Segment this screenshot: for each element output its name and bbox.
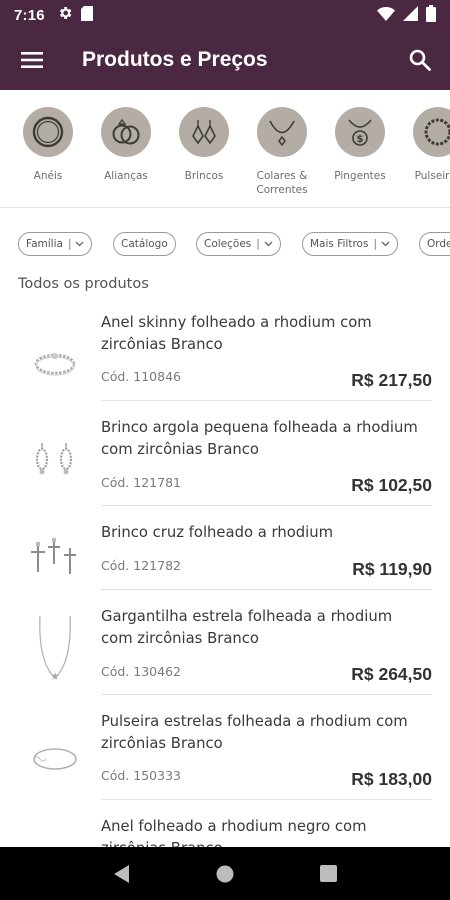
svg-text:$: $ [357,134,364,145]
hamburger-menu-icon [21,52,43,68]
signal-icon [403,5,418,25]
product-name: Gargantilha estrela folheada a rhodium c… [101,608,393,647]
filter-catalogo[interactable]: Catálogo [113,232,176,256]
product-image [18,612,92,686]
necklace-icon [257,107,307,157]
back-button[interactable] [102,854,142,894]
category-pingentes[interactable]: $ Pingentes [323,107,397,183]
product-image [18,429,92,503]
status-time: 7:16 [14,6,45,24]
product-name: Brinco cruz folheado a rhodium [101,524,334,541]
product-image [18,721,92,795]
product-name: Brinco argola pequena folheada a rhodium… [101,419,418,458]
chip-label: Mais Filtros [310,238,369,250]
category-label: Pulseiras [414,170,450,182]
product-price: R$ 183,00 [351,769,432,789]
system-navigation-bar [0,847,450,900]
product-item[interactable]: Gargantilha estrela folheada a rhodium c… [0,606,450,695]
search-icon [409,49,431,71]
chip-label: Ordenar [427,238,450,250]
battery-icon [426,4,436,26]
search-button[interactable] [390,30,450,90]
wifi-icon [377,6,395,25]
category-label: Brincos [184,170,224,182]
wedding-rings-icon [101,107,151,157]
pendant-icon: $ [335,107,385,157]
product-item[interactable]: Anel skinny folheado a rhodium com zircô… [0,312,450,401]
product-code: Cód. 121781 [101,475,181,490]
filter-ordenar[interactable]: Ordenar | [419,232,450,256]
product-item[interactable]: Brinco argola pequena folheada a rhodium… [0,417,450,506]
category-brincos[interactable]: Brincos [167,107,241,183]
product-code: Cód. 130462 [101,664,181,679]
category-aneis[interactable]: Anéis [11,107,85,183]
product-code: Cód. 121782 [101,558,181,573]
bracelet-icon [413,107,450,157]
app-bar: Produtos e Preços [0,30,450,90]
category-label: Colares & Correntes [256,170,308,196]
home-button[interactable] [205,854,245,894]
filter-mais-filtros[interactable]: Mais Filtros | [302,232,398,256]
filter-familia[interactable]: Família | [18,232,93,256]
product-name: Pulseira estrelas folheada a rhodium com… [101,713,408,752]
chip-label: Coleções [204,238,252,250]
menu-button[interactable] [0,30,64,90]
page-title: Produtos e Preços [82,48,268,71]
product-name: Anel skinny folheado a rhodium com zircô… [101,314,372,353]
product-price: R$ 119,90 [352,559,432,579]
chip-label: Catálogo [121,238,168,250]
recents-square-icon [319,865,337,882]
settings-gear-icon [57,5,73,25]
product-item[interactable]: Brinco cruz folheado a rhodium Cód. 1217… [0,522,450,590]
product-image [18,322,92,396]
category-colares-correntes[interactable]: Colares & Correntes [245,107,319,197]
filter-colecoes[interactable]: Coleções | [196,232,281,256]
category-pulseiras[interactable]: Pulseiras [401,107,450,183]
category-carousel[interactable]: Anéis Alianças Brincos Colares & Corrent… [0,90,450,208]
sd-card-icon [80,5,93,25]
product-price: R$ 217,50 [351,370,432,390]
chevron-down-icon [381,241,390,247]
status-bar: 7:16 [0,0,450,30]
chevron-down-icon [76,241,84,247]
filter-bar: Família | Catálogo Coleções | Mais Filtr… [0,232,450,258]
product-code: Cód. 150333 [101,768,181,783]
chevron-down-icon [264,241,273,247]
product-image [18,530,92,604]
product-price: R$ 102,50 [351,475,432,495]
home-circle-icon [216,865,234,882]
back-triangle-icon [113,864,129,883]
earrings-icon [179,107,229,157]
ring-icon [23,107,73,157]
category-label: Pingentes [334,170,386,182]
chip-label: Família [26,238,63,250]
category-label: Alianças [104,170,148,182]
category-aliancas[interactable]: Alianças [89,107,163,183]
product-item[interactable]: Pulseira estrelas folheada a rhodium com… [0,711,450,800]
section-title: Todos os produtos [18,276,149,292]
product-price: R$ 264,50 [351,664,432,684]
category-label: Anéis [33,170,63,182]
recents-button[interactable] [308,854,348,894]
product-code: Cód. 110846 [101,369,181,384]
